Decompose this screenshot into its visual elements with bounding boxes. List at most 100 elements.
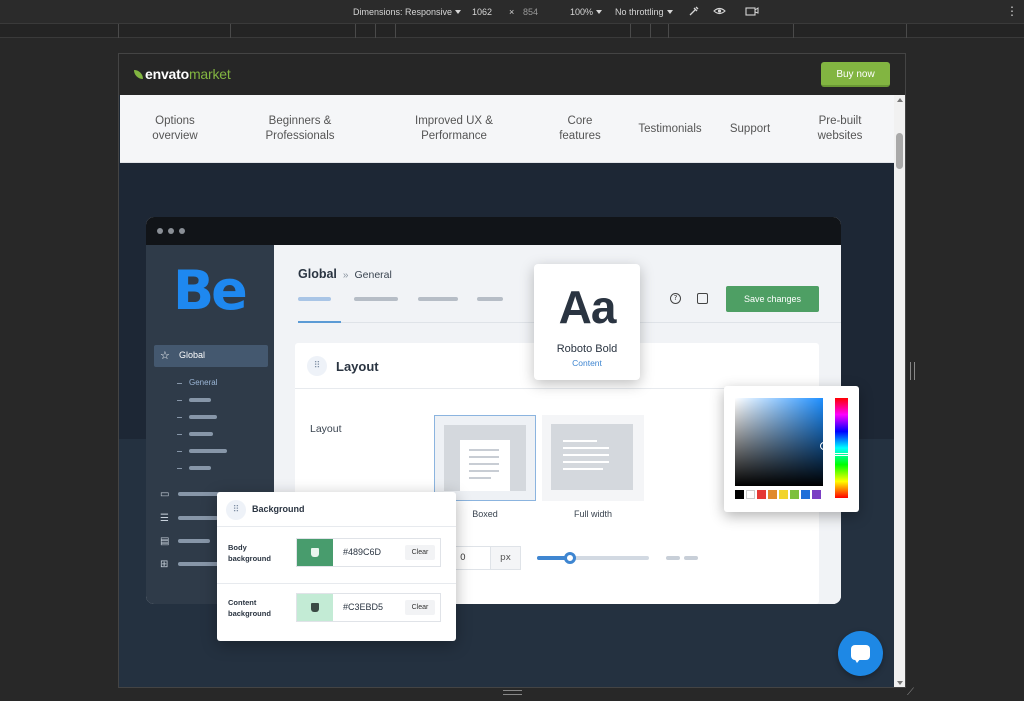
sidebar-item-placeholder[interactable] xyxy=(178,562,222,566)
paint-bucket-icon xyxy=(311,603,319,612)
resize-handle-corner[interactable]: ⟋ xyxy=(907,688,917,698)
active-tab-underline xyxy=(298,321,341,323)
menu-icon: ☰ xyxy=(160,513,169,524)
tab-placeholder[interactable] xyxy=(298,297,331,301)
scrollbar-thumb[interactable] xyxy=(896,133,903,169)
rotate-icon[interactable] xyxy=(745,5,759,19)
breadcrumb-sub[interactable]: General xyxy=(354,269,391,281)
hue-slider[interactable] xyxy=(834,398,849,498)
window-dot xyxy=(157,228,163,234)
be-logo: Be xyxy=(173,259,248,322)
tab-placeholder[interactable] xyxy=(354,297,398,301)
swatch-green[interactable] xyxy=(790,490,799,499)
sidebar-subitem-placeholder[interactable] xyxy=(189,415,217,419)
body-background-label: Body background xyxy=(228,543,271,563)
nav-item-improved-ux[interactable]: Improved UX & Performance xyxy=(404,95,504,163)
sidebar-subitem-placeholder[interactable] xyxy=(189,449,227,453)
width-px-input[interactable]: 0 px xyxy=(455,546,521,570)
chevron-down-icon xyxy=(596,10,603,14)
sidebar-item-global[interactable]: ☆ Global xyxy=(154,345,268,367)
swatch-black[interactable] xyxy=(735,490,744,499)
layout-field-label: Layout xyxy=(310,423,342,435)
buy-now-button[interactable]: Buy now xyxy=(821,62,890,87)
placeholder-bar xyxy=(684,556,698,560)
breadcrumb-main[interactable]: Global xyxy=(298,267,337,281)
sidebar-panel-icon: ▤ xyxy=(160,536,170,547)
zoom-dropdown[interactable]: 100% xyxy=(570,7,603,17)
page-scrollbar[interactable] xyxy=(894,95,905,687)
content-color-hex[interactable]: #C3EBD5 xyxy=(343,602,383,612)
chevron-down-icon xyxy=(455,10,462,14)
site-nav: Options overview Beginners & Professiona… xyxy=(120,95,895,163)
width-input[interactable]: 1062 xyxy=(472,7,492,17)
nav-item-pre-built-websites[interactable]: Pre-built websites xyxy=(805,95,875,163)
breadcrumb: Global » General xyxy=(298,267,392,281)
background-card-title: Background xyxy=(252,504,305,514)
body-color-swatch[interactable] xyxy=(297,539,333,566)
swatch-blue[interactable] xyxy=(801,490,810,499)
sidebar-subitem-placeholder[interactable] xyxy=(189,398,211,402)
font-name: Roboto Bold xyxy=(556,343,618,355)
font-preview-card[interactable]: Aa Roboto Bold Content xyxy=(534,264,640,380)
device-viewport: envatomarket Buy now Options overview Be… xyxy=(118,53,906,688)
eyedropper-icon[interactable] xyxy=(688,5,700,19)
logo-envato-text: envato xyxy=(145,66,189,82)
notes-icon[interactable] xyxy=(697,293,708,304)
content-background-label: Content background xyxy=(228,598,271,618)
layout-option-full-width[interactable] xyxy=(542,415,644,501)
window-dot xyxy=(168,228,174,234)
eye-icon[interactable] xyxy=(713,5,726,19)
resize-handle-right[interactable] xyxy=(910,362,915,380)
placeholder-bar xyxy=(666,556,680,560)
sidebar-subitem-general[interactable]: General xyxy=(189,378,217,387)
content-color-swatch[interactable] xyxy=(297,594,333,621)
px-value: 0 xyxy=(460,553,466,563)
swatch-yellow[interactable] xyxy=(779,490,788,499)
clear-button[interactable]: Clear xyxy=(405,600,435,615)
nav-item-testimonials[interactable]: Testimonials xyxy=(630,95,710,163)
sidebar-subitem-placeholder[interactable] xyxy=(189,466,211,470)
sidebar-item-placeholder[interactable] xyxy=(178,516,218,520)
width-slider[interactable] xyxy=(537,552,649,564)
color-cursor[interactable] xyxy=(820,442,828,450)
nav-item-options-overview[interactable]: Options overview xyxy=(140,95,210,163)
saturation-value-area[interactable] xyxy=(735,398,828,486)
sidebar-item-label: Global xyxy=(179,350,206,360)
nav-item-support[interactable]: Support xyxy=(720,95,780,163)
full-width-label: Full width xyxy=(573,509,612,519)
body-color-hex[interactable]: #489C6D xyxy=(343,547,381,557)
more-options-icon[interactable]: ⋮ xyxy=(1006,4,1018,18)
slider-knob[interactable] xyxy=(564,552,576,564)
chat-button[interactable] xyxy=(838,631,883,676)
scroll-up-arrow[interactable] xyxy=(897,98,903,102)
content-background-color-field[interactable]: #C3EBD5 Clear xyxy=(296,593,441,622)
body-background-color-field[interactable]: #489C6D Clear xyxy=(296,538,441,567)
swatch-orange[interactable] xyxy=(768,490,777,499)
swatch-purple[interactable] xyxy=(812,490,821,499)
background-card-header: ⠿ Background xyxy=(217,492,456,527)
devtools-device-toolbar: Dimensions: Responsive 1062 × 854 100% N… xyxy=(0,0,1024,24)
background-settings-card: ⠿ Background Body background #489C6D Cle… xyxy=(217,492,456,641)
swatch-white[interactable] xyxy=(746,490,755,499)
scroll-down-arrow[interactable] xyxy=(897,681,903,685)
layout-option-boxed[interactable] xyxy=(434,415,536,501)
tab-placeholder[interactable] xyxy=(477,297,503,301)
tab-placeholder[interactable] xyxy=(418,297,458,301)
sidebar-subitem-placeholder[interactable] xyxy=(189,432,213,436)
help-icon[interactable]: ? xyxy=(670,293,681,304)
height-input[interactable]: 854 xyxy=(523,7,538,17)
clear-button[interactable]: Clear xyxy=(405,545,435,560)
throttling-dropdown[interactable]: No throttling xyxy=(615,7,673,17)
swatch-red[interactable] xyxy=(757,490,766,499)
envato-market-logo[interactable]: envatomarket xyxy=(134,66,231,82)
nav-item-beginners-professionals[interactable]: Beginners & Professionals xyxy=(255,95,345,163)
logo-market-text: market xyxy=(188,66,231,82)
nav-item-core-features[interactable]: Core features xyxy=(545,95,615,163)
save-changes-button[interactable]: Save changes xyxy=(726,286,819,312)
px-unit: px xyxy=(490,547,520,569)
media-query-ruler[interactable] xyxy=(0,24,1024,38)
hue-marker[interactable] xyxy=(834,453,849,456)
dimensions-dropdown[interactable]: Dimensions: Responsive xyxy=(353,7,462,17)
sidebar-item-placeholder[interactable] xyxy=(178,539,210,543)
resize-handle-bottom[interactable] xyxy=(503,690,522,695)
